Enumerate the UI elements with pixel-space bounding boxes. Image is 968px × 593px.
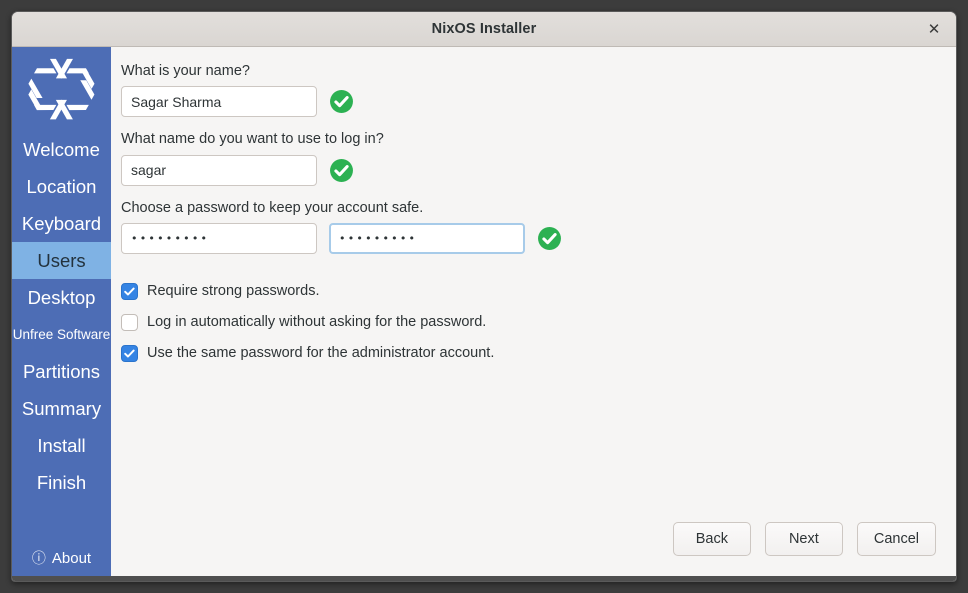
same-password-admin-row[interactable]: Use the same password for the administra…: [121, 338, 940, 369]
full-name-input[interactable]: Sagar Sharma: [121, 86, 317, 118]
login-name-row: sagar: [121, 154, 940, 186]
info-icon: ⓘ: [31, 550, 46, 566]
sidebar-item-install[interactable]: Install: [12, 427, 111, 464]
password-confirm-input[interactable]: •••••••••: [329, 223, 525, 255]
sidebar-item-label: Keyboard: [21, 212, 102, 234]
sidebar-item-label: Unfree Software: [12, 327, 111, 342]
require-strong-passwords-row[interactable]: Require strong passwords.: [121, 276, 940, 307]
password-row: ••••••••• •••••••••: [121, 223, 940, 255]
valid-check-icon: [537, 226, 562, 251]
sidebar-item-label: About: [51, 549, 92, 567]
cancel-button[interactable]: Cancel: [856, 522, 936, 556]
checkbox-label: Log in automatically without asking for …: [147, 313, 487, 330]
sidebar-item-partitions[interactable]: Partitions: [12, 353, 111, 390]
sidebar-item-label: Welcome: [23, 138, 100, 160]
auto-login-row[interactable]: Log in automatically without asking for …: [121, 307, 940, 338]
checkbox-checked-icon[interactable]: [121, 283, 138, 301]
window-title: NixOS Installer: [431, 21, 537, 37]
sidebar-item-unfree-software[interactable]: Unfree Software: [12, 316, 111, 353]
sidebar-item-label: Users: [37, 249, 86, 271]
sidebar-item-label: Finish: [36, 471, 87, 493]
sidebar-item-label: Summary: [21, 397, 102, 419]
sidebar-item-location[interactable]: Location: [12, 168, 111, 205]
close-icon[interactable]: ✕: [921, 16, 947, 42]
sidebar-item-label: Desktop: [27, 286, 96, 308]
back-button[interactable]: Back: [672, 522, 751, 556]
valid-check-icon: [329, 158, 354, 183]
sidebar-item-users[interactable]: Users: [12, 242, 111, 279]
next-button[interactable]: Next: [764, 522, 843, 556]
nixos-snowflake-logo: [12, 47, 111, 131]
password-confirm-masked-value: •••••••••: [339, 232, 418, 246]
password-masked-value: •••••••••: [131, 232, 210, 246]
users-page: What is your name? Sagar Sharma What nam…: [111, 47, 956, 576]
window-bottom-edge: [12, 576, 956, 581]
sidebar-item-summary[interactable]: Summary: [12, 390, 111, 427]
full-name-row: Sagar Sharma: [121, 86, 940, 118]
installer-window: NixOS Installer ✕ Welcome Location Keybo…: [11, 11, 957, 582]
sidebar-item-desktop[interactable]: Desktop: [12, 279, 111, 316]
window-body: Welcome Location Keyboard Users Desktop …: [12, 47, 956, 576]
navigation-buttons: Back Next Cancel: [121, 522, 940, 576]
sidebar-item-label: Partitions: [22, 360, 101, 382]
login-name-label: What name do you want to use to log in?: [121, 131, 384, 148]
password-label: Choose a password to keep your account s…: [121, 199, 424, 216]
sidebar-item-about[interactable]: ⓘ About: [12, 542, 111, 576]
sidebar-item-welcome[interactable]: Welcome: [12, 131, 111, 168]
password-input[interactable]: •••••••••: [121, 223, 317, 255]
checkbox-unchecked-icon[interactable]: [121, 314, 138, 332]
sidebar-item-keyboard[interactable]: Keyboard: [12, 205, 111, 242]
full-name-label: What is your name?: [121, 63, 250, 79]
checkbox-label: Use the same password for the administra…: [147, 344, 495, 361]
login-name-input[interactable]: sagar: [121, 154, 317, 186]
checkbox-label: Require strong passwords.: [147, 282, 320, 299]
checkbox-checked-icon[interactable]: [121, 345, 138, 363]
options-group: Require strong passwords. Log in automat…: [121, 276, 940, 369]
sidebar-item-label: Install: [37, 434, 86, 456]
valid-check-icon: [329, 89, 354, 114]
sidebar: Welcome Location Keyboard Users Desktop …: [12, 47, 111, 576]
window-titlebar: NixOS Installer ✕: [12, 12, 956, 47]
sidebar-item-finish[interactable]: Finish: [12, 464, 111, 501]
sidebar-item-label: Location: [26, 175, 97, 197]
